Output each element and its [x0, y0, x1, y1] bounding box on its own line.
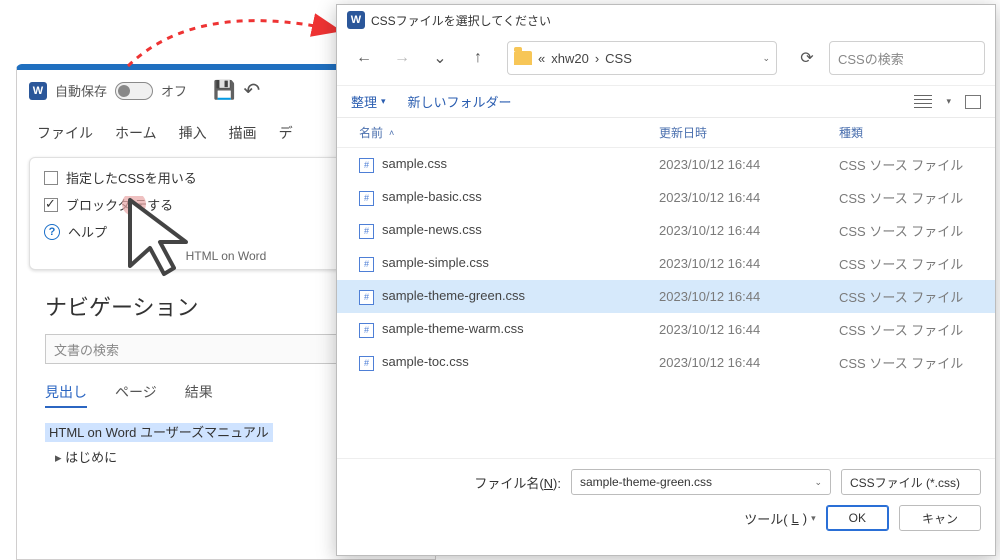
annotation-arrow — [116, 6, 356, 76]
col-type[interactable]: 種類 — [839, 124, 995, 141]
tab-design[interactable]: デ — [277, 119, 295, 147]
sort-asc-icon: ˄ — [389, 128, 394, 138]
toolbar-newfolder[interactable]: 新しいフォルダー — [408, 92, 512, 111]
nav-tab-headings[interactable]: 見出し — [45, 382, 87, 408]
preview-pane-icon[interactable] — [965, 95, 981, 109]
dialog-app-icon: W — [347, 11, 365, 29]
filename-dropdown-icon[interactable]: ⌄ — [814, 477, 822, 488]
toolbar-organize[interactable]: 整理 ▾ — [351, 92, 386, 111]
view-mode-dropdown[interactable]: ▾ — [946, 96, 951, 107]
nav-tab-results[interactable]: 結果 — [185, 382, 213, 408]
save-icon[interactable]: 💾 — [213, 80, 235, 101]
view-mode-icon[interactable] — [914, 95, 932, 109]
nav-doc-title[interactable]: HTML on Word ユーザーズマニュアル — [45, 423, 273, 442]
css-file-icon: # — [359, 158, 374, 173]
dialog-nav-row: ← → ⌄ ↑ « xhw20 › CSS ⌄ ⟳ CSSの検索 — [337, 35, 995, 86]
tab-draw[interactable]: 描画 — [227, 119, 259, 147]
tab-file[interactable]: ファイル — [35, 119, 95, 147]
word-app-icon: W — [29, 82, 47, 100]
file-row[interactable]: #sample-simple.css2023/10/12 16:44CSS ソー… — [337, 247, 995, 280]
dialog-search-input[interactable]: CSSの検索 — [829, 41, 985, 75]
nav-recent-button[interactable]: ⌄ — [423, 41, 457, 75]
tab-home[interactable]: ホーム — [113, 119, 159, 147]
chevron-down-icon: ▾ — [381, 96, 386, 107]
label-help[interactable]: ヘルプ — [68, 222, 107, 241]
nav-back-button[interactable]: ← — [347, 41, 381, 75]
label-use-css[interactable]: 指定したCSSを用いる — [66, 168, 197, 187]
css-file-icon: # — [359, 290, 374, 305]
folder-icon — [514, 51, 532, 65]
file-list-header: 名前 ˄ 更新日時 種類 サ — [337, 118, 995, 148]
filename-label: ファイル名(N): — [474, 473, 561, 492]
dialog-title-text: CSSファイルを選択してください — [371, 12, 551, 29]
breadcrumb-sep: › — [595, 51, 599, 66]
nav-forward-button[interactable]: → — [385, 41, 419, 75]
help-icon[interactable]: ? — [44, 224, 60, 240]
css-file-icon: # — [359, 257, 374, 272]
css-file-icon: # — [359, 191, 374, 206]
autosave-state: オフ — [161, 81, 187, 100]
css-file-icon: # — [359, 323, 374, 338]
breadcrumb-prefix: « — [538, 51, 545, 66]
cancel-button[interactable]: キャン — [899, 505, 981, 531]
nav-tab-pages[interactable]: ページ — [115, 382, 157, 408]
chevron-down-icon: ▾ — [811, 513, 816, 524]
nav-up-button[interactable]: ↑ — [461, 41, 495, 75]
checkbox-block-default[interactable] — [44, 198, 58, 212]
file-row[interactable]: #sample.css2023/10/12 16:44CSS ソース ファイル — [337, 148, 995, 181]
dialog-titlebar: W CSSファイルを選択してください — [337, 5, 995, 35]
css-file-icon: # — [359, 224, 374, 239]
refresh-button[interactable]: ⟳ — [789, 41, 825, 75]
ok-button[interactable]: OK — [826, 505, 889, 531]
file-row[interactable]: #sample-theme-warm.css2023/10/12 16:44CS… — [337, 313, 995, 346]
file-row[interactable]: #sample-theme-green.css2023/10/12 16:44C… — [337, 280, 995, 313]
col-date[interactable]: 更新日時 — [659, 124, 839, 141]
col-name[interactable]: 名前 ˄ — [359, 124, 659, 141]
dialog-bottom: ファイル名(N): sample-theme-green.css ⌄ CSSファ… — [337, 458, 995, 555]
autosave-toggle[interactable] — [115, 82, 153, 100]
autosave-label: 自動保存 — [55, 81, 107, 100]
css-file-icon: # — [359, 356, 374, 371]
file-row[interactable]: #sample-news.css2023/10/12 16:44CSS ソース … — [337, 214, 995, 247]
tab-insert[interactable]: 挿入 — [177, 119, 209, 147]
breadcrumb-part1[interactable]: xhw20 — [551, 51, 589, 66]
breadcrumb[interactable]: « xhw20 › CSS ⌄ — [507, 41, 777, 75]
tools-dropdown[interactable]: ツール(L) ▾ — [744, 509, 815, 528]
annotation-cursor — [120, 196, 200, 286]
file-open-dialog: W CSSファイルを選択してください ← → ⌄ ↑ « xhw20 › CSS… — [336, 4, 996, 556]
dialog-toolbar: 整理 ▾ 新しいフォルダー ▾ — [337, 86, 995, 117]
checkbox-use-css[interactable] — [44, 171, 58, 185]
file-list: 名前 ˄ 更新日時 種類 サ #sample.css2023/10/12 16:… — [337, 117, 995, 458]
breadcrumb-part2[interactable]: CSS — [605, 51, 632, 66]
filetype-filter[interactable]: CSSファイル (*.css) — [841, 469, 981, 495]
breadcrumb-dropdown-icon[interactable]: ⌄ — [762, 53, 770, 64]
file-row[interactable]: #sample-toc.css2023/10/12 16:44CSS ソース フ… — [337, 346, 995, 379]
undo-icon[interactable]: ↶ — [243, 78, 260, 103]
filename-input[interactable]: sample-theme-green.css ⌄ — [571, 469, 831, 495]
file-row[interactable]: #sample-basic.css2023/10/12 16:44CSS ソース… — [337, 181, 995, 214]
